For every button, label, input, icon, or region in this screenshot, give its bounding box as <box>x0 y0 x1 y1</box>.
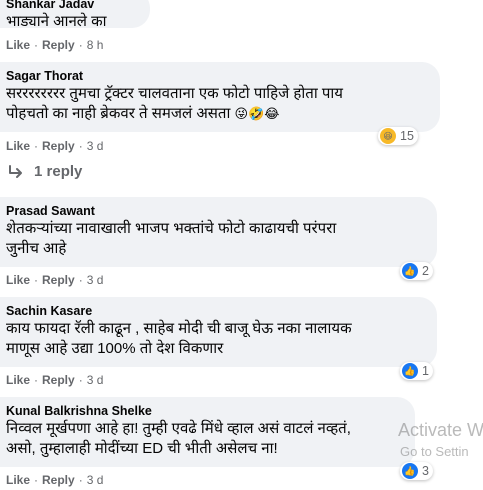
reaction-count: 2 <box>422 264 429 278</box>
comment-text-line: काय फायदा रॅली काढून , साहेब मोदी ची बाज… <box>6 320 352 337</box>
comment-actions: Like · Reply · 3 d <box>6 139 103 153</box>
emoji-group: 😜🤣😂 <box>234 106 280 121</box>
separator: · <box>34 38 39 52</box>
separator: · <box>78 473 83 487</box>
comment-text-line: असो, तुम्हालाही मोदींच्या ED ची भीती असे… <box>6 440 278 457</box>
comment-text: भाड्याने आनले का <box>6 13 107 30</box>
comment-actions: Like · Reply · 8 h <box>6 38 103 52</box>
reaction-count: 15 <box>400 129 414 143</box>
reaction-summary[interactable]: 👍 2 <box>400 262 433 280</box>
reply-button[interactable]: Reply <box>42 38 75 52</box>
like-button[interactable]: Like <box>6 273 30 287</box>
like-button[interactable]: Like <box>6 139 30 153</box>
separator: · <box>34 373 39 387</box>
separator: · <box>78 38 83 52</box>
comment-text-line: जुनीच आहे <box>6 240 67 257</box>
comment-author[interactable]: Sachin Kasare <box>6 303 425 319</box>
comment-text-line: पोहचतो का नाही ब्रेकवर ते समजलं असता 😜🤣😂 <box>6 104 428 124</box>
like-button[interactable]: Like <box>6 373 30 387</box>
reply-arrow-icon <box>9 164 22 178</box>
comment-bubble: Shankar Jadav भाड्याने आनले का <box>0 0 150 30</box>
comment-actions: Like · Reply · 3 d <box>6 373 103 387</box>
reaction-summary[interactable]: 😆 15 <box>378 127 418 145</box>
activation-watermark-subtitle: Go to Settin <box>400 444 469 459</box>
haha-reaction-icon: 😆 <box>380 128 396 144</box>
reply-button[interactable]: Reply <box>42 139 75 153</box>
reaction-summary[interactable]: 👍 3 <box>400 462 433 480</box>
comment-text-line: माणूस आहे उद्या 100% तो देश विकणार <box>6 340 224 357</box>
separator: · <box>34 473 39 487</box>
comment-timestamp[interactable]: 3 d <box>87 273 104 287</box>
comment-actions: Like · Reply · 3 d <box>6 273 103 287</box>
comment-actions: Like · Reply · 3 d <box>6 473 103 487</box>
comment-text-line: सरररररररर तुमचा ट्रॅक्टर चालवताना एक फोट… <box>6 85 343 102</box>
reaction-count: 1 <box>422 364 429 378</box>
reply-button[interactable]: Reply <box>42 273 75 287</box>
like-button[interactable]: Like <box>6 38 30 52</box>
comment-text-line: निव्वल मूर्खपणा आहे हा! तुम्ही एवढे मिंध… <box>6 420 351 437</box>
comment-bubble: Sachin Kasare काय फायदा रॅली काढून , साह… <box>0 297 437 367</box>
comment-text-line-2: पोहचतो का नाही ब्रेकवर ते समजलं असता <box>6 105 231 122</box>
comment-timestamp[interactable]: 3 d <box>87 373 104 387</box>
comment-author[interactable]: Kunal Balkrishna Shelke <box>6 403 403 419</box>
separator: · <box>34 139 39 153</box>
separator: · <box>34 273 39 287</box>
comment-timestamp[interactable]: 3 d <box>87 139 104 153</box>
separator: · <box>78 373 83 387</box>
comment-text-line: शेतकऱ्यांच्या नावाखाली भाजप भक्तांचे फोट… <box>6 220 337 237</box>
like-button[interactable]: Like <box>6 473 30 487</box>
reply-button[interactable]: Reply <box>42 473 75 487</box>
replies-count-label: 1 reply <box>34 163 83 180</box>
reply-button[interactable]: Reply <box>42 373 75 387</box>
comment-bubble: Prasad Sawant शेतकऱ्यांच्या नावाखाली भाज… <box>0 197 437 267</box>
activation-watermark-title: Activate W <box>398 420 483 440</box>
like-reaction-icon: 👍 <box>402 463 418 479</box>
view-replies-link[interactable]: 1 reply <box>8 163 82 180</box>
like-reaction-icon: 👍 <box>402 263 418 279</box>
comment-author[interactable]: Sagar Thorat <box>6 68 428 84</box>
comment-timestamp[interactable]: 3 d <box>87 473 104 487</box>
comment-author[interactable]: Prasad Sawant <box>6 203 425 219</box>
comment-timestamp[interactable]: 8 h <box>87 38 104 52</box>
separator: · <box>78 139 83 153</box>
reaction-summary[interactable]: 👍 1 <box>400 362 433 380</box>
comment-author[interactable]: Shankar Jadav <box>6 0 138 12</box>
comment-bubble: Kunal Balkrishna Shelke निव्वल मूर्खपणा … <box>0 397 415 467</box>
like-reaction-icon: 👍 <box>402 363 418 379</box>
comment-bubble: Sagar Thorat सरररररररर तुमचा ट्रॅक्टर चा… <box>0 62 440 132</box>
reaction-count: 3 <box>422 464 429 478</box>
separator: · <box>78 273 83 287</box>
